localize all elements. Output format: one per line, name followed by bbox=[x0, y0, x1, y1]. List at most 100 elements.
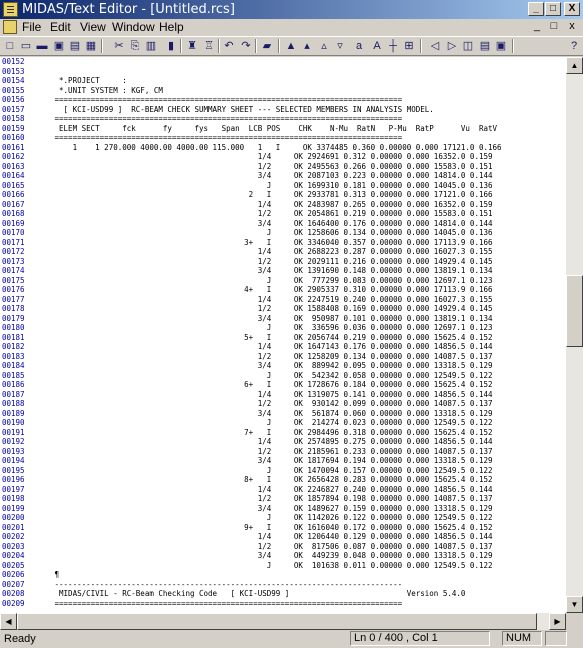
code-line[interactable]: 3/4 OK 1391690 0.148 0.00000 0.000 13819… bbox=[50, 266, 493, 276]
prev-icon[interactable]: ◁ bbox=[428, 39, 442, 53]
doc-close-button[interactable]: x bbox=[565, 20, 579, 33]
cascade-icon[interactable]: ▤ bbox=[478, 39, 492, 53]
replace-icon[interactable]: ♖ bbox=[202, 39, 216, 53]
code-line[interactable]: [ KCI-USD99 ] RC-BEAM CHECK SUMMARY SHEE… bbox=[50, 105, 434, 115]
print-icon[interactable]: ▣ bbox=[52, 39, 66, 53]
copy-icon[interactable]: ⎘ bbox=[128, 39, 142, 53]
code-line[interactable]: 1/4 OK 2483987 0.265 0.00000 0.000 16352… bbox=[50, 200, 493, 210]
code-line[interactable]: J OK 336596 0.036 0.00000 0.000 12697.1 … bbox=[50, 323, 493, 333]
scroll-left-icon[interactable]: ◀ bbox=[0, 613, 17, 630]
code-line[interactable]: ========================================… bbox=[50, 599, 403, 609]
code-line[interactable]: ========================================… bbox=[50, 114, 403, 124]
tile-icon[interactable]: ◫ bbox=[461, 39, 475, 53]
vertical-scroll-thumb[interactable] bbox=[566, 275, 583, 347]
code-line[interactable]: 3/4 OK 950987 0.101 0.00000 0.000 13819.… bbox=[50, 314, 493, 324]
code-line[interactable]: J OK 101638 0.011 0.00000 0.000 12549.5 … bbox=[50, 561, 493, 571]
unindent-icon[interactable]: ▴ bbox=[300, 39, 314, 53]
grid-icon[interactable]: ⊞ bbox=[402, 39, 416, 53]
code-line[interactable]: 2 I OK 2933781 0.313 0.00000 0.000 17121… bbox=[50, 190, 493, 200]
menu-window[interactable]: Window bbox=[112, 20, 155, 35]
code-line[interactable]: 3/4 OK 1489627 0.159 0.00000 0.000 13318… bbox=[50, 504, 493, 514]
code-line[interactable]: 1/4 OK 2924691 0.312 0.00000 0.000 16352… bbox=[50, 152, 493, 162]
code-line[interactable]: 1/4 OK 2246827 0.240 0.00000 0.000 14856… bbox=[50, 485, 493, 495]
code-line[interactable]: 1/2 OK 817506 0.087 0.00000 0.000 14087.… bbox=[50, 542, 493, 552]
help-icon[interactable]: ? bbox=[567, 39, 581, 53]
open-icon[interactable]: ▭ bbox=[19, 39, 33, 53]
code-line[interactable]: 1/4 OK 2574895 0.275 0.00000 0.000 14856… bbox=[50, 437, 493, 447]
next-icon[interactable]: ▷ bbox=[445, 39, 459, 53]
code-line[interactable]: 1/2 OK 2495563 0.266 0.00000 0.000 15583… bbox=[50, 162, 493, 172]
cursor-cross-icon[interactable]: ┼ bbox=[386, 39, 400, 53]
code-line[interactable]: J OK 542342 0.058 0.00000 0.000 12549.5 … bbox=[50, 371, 493, 381]
code-line[interactable]: 6+ I OK 1728676 0.184 0.00000 0.000 1562… bbox=[50, 380, 492, 390]
save-icon[interactable]: ▬ bbox=[35, 39, 49, 53]
close-button[interactable]: X bbox=[564, 2, 580, 16]
minimize-button[interactable]: _ bbox=[528, 2, 544, 16]
code-line[interactable]: 9+ I OK 1616040 0.172 0.00000 0.000 1562… bbox=[50, 523, 492, 533]
app-icon[interactable] bbox=[3, 2, 18, 17]
undo-icon[interactable]: ↶ bbox=[222, 39, 236, 53]
code-line[interactable]: J OK 777299 0.083 0.00000 0.000 12697.1 … bbox=[50, 276, 493, 286]
case-icon[interactable]: a bbox=[352, 39, 366, 53]
menu-view[interactable]: View bbox=[80, 20, 106, 35]
code-line[interactable]: 3/4 OK 561874 0.060 0.00000 0.000 13318.… bbox=[50, 409, 493, 419]
split-icon[interactable]: ▣ bbox=[494, 39, 508, 53]
print-preview-icon[interactable]: ▤ bbox=[68, 39, 82, 53]
code-line[interactable]: J OK 1142026 0.122 0.00000 0.000 12549.5… bbox=[50, 513, 493, 523]
comment-icon[interactable]: ▵ bbox=[317, 39, 331, 53]
find-icon[interactable]: ♜ bbox=[185, 39, 199, 53]
code-line[interactable]: 8+ I OK 2656428 0.283 0.00000 0.000 1562… bbox=[50, 475, 492, 485]
code-line[interactable]: J OK 1258606 0.134 0.00000 0.000 14045.0… bbox=[50, 228, 493, 238]
code-line[interactable]: 5+ I OK 2056744 0.219 0.00000 0.000 1562… bbox=[50, 333, 492, 343]
code-line[interactable]: 3/4 OK 1817694 0.194 0.00000 0.000 13318… bbox=[50, 456, 493, 466]
code-line[interactable]: 1/4 OK 1319075 0.141 0.00000 0.000 14856… bbox=[50, 390, 493, 400]
menu-help[interactable]: Help bbox=[159, 20, 184, 35]
menu-edit[interactable]: Edit bbox=[50, 20, 71, 35]
indent-icon[interactable]: ▲ bbox=[284, 39, 298, 53]
code-line[interactable]: 1/4 OK 1206440 0.129 0.00000 0.000 14856… bbox=[50, 532, 493, 542]
code-line[interactable]: 1/2 OK 2054861 0.219 0.00000 0.000 15583… bbox=[50, 209, 493, 219]
code-line[interactable]: 1/2 OK 930142 0.099 0.00000 0.000 14087.… bbox=[50, 399, 493, 409]
menu-file[interactable]: File bbox=[22, 20, 41, 35]
horizontal-scrollbar[interactable]: ◀ ▶ bbox=[0, 613, 566, 630]
code-line[interactable]: 3/4 OK 889942 0.095 0.00000 0.000 13318.… bbox=[50, 361, 493, 371]
code-line[interactable]: 7+ I OK 2984496 0.318 0.00000 0.000 1562… bbox=[50, 428, 492, 438]
scroll-up-icon[interactable]: ▲ bbox=[566, 57, 583, 74]
uncomment-icon[interactable]: ▿ bbox=[333, 39, 347, 53]
code-line[interactable]: 1/2 OK 1258209 0.134 0.00000 0.000 14087… bbox=[50, 352, 493, 362]
font-icon[interactable]: A bbox=[370, 39, 384, 53]
code-line[interactable]: 1/4 OK 2688223 0.287 0.00000 0.000 16027… bbox=[50, 247, 493, 257]
text-editor[interactable]: 00152 00153 00154 00155 00156 00157 00158 00159… bbox=[0, 57, 566, 613]
column-icon[interactable]: ▮ bbox=[164, 39, 178, 53]
code-line[interactable]: 1/2 OK 2185961 0.233 0.00000 0.000 14087… bbox=[50, 447, 493, 457]
code-line[interactable]: J OK 1699310 0.181 0.00000 0.000 14045.0… bbox=[50, 181, 493, 191]
code-line[interactable]: MIDAS/CIVIL - RC-Beam Checking Code [ KC… bbox=[50, 589, 465, 599]
redo-icon[interactable]: ↷ bbox=[239, 39, 253, 53]
code-line[interactable]: *.UNIT SYSTEM : KGF, CM bbox=[50, 86, 163, 96]
page-setup-icon[interactable]: ▦ bbox=[84, 39, 98, 53]
code-line[interactable]: 3/4 OK 449239 0.048 0.00000 0.000 13318.… bbox=[50, 551, 493, 561]
bookmark-icon[interactable]: ▰ bbox=[260, 39, 274, 53]
cut-icon[interactable]: ✂ bbox=[112, 39, 126, 53]
code-line[interactable]: J OK 214274 0.023 0.00000 0.000 12549.5 … bbox=[50, 418, 493, 428]
code-line[interactable]: 1/2 OK 1588408 0.169 0.00000 0.000 14929… bbox=[50, 304, 493, 314]
code-line[interactable]: 1/2 OK 2029111 0.216 0.00000 0.000 14929… bbox=[50, 257, 493, 267]
code-line[interactable]: 3+ I OK 3346040 0.357 0.00000 0.000 1711… bbox=[50, 238, 492, 248]
title-bar[interactable]: MIDAS/Text Editor - [Untitled.rcs] _ □ X bbox=[0, 0, 583, 19]
code-line[interactable]: ========================================… bbox=[50, 95, 403, 105]
doc-restore-button[interactable]: □ bbox=[547, 20, 561, 33]
scroll-down-icon[interactable]: ▼ bbox=[566, 596, 583, 613]
horizontal-scroll-thumb[interactable] bbox=[17, 613, 537, 630]
maximize-button[interactable]: □ bbox=[545, 2, 561, 16]
code-line[interactable]: 1/2 OK 1857894 0.198 0.00000 0.000 14087… bbox=[50, 494, 493, 504]
doc-minimize-button[interactable]: _ bbox=[530, 20, 544, 33]
code-line[interactable]: ¶ bbox=[50, 570, 60, 580]
code-line[interactable]: J OK 1470094 0.157 0.00000 0.000 12549.5… bbox=[50, 466, 493, 476]
paste-icon[interactable]: ▥ bbox=[144, 39, 158, 53]
new-icon[interactable]: □ bbox=[3, 39, 17, 53]
code-line[interactable]: 1/4 OK 2247519 0.240 0.00000 0.000 16027… bbox=[50, 295, 493, 305]
scroll-right-icon[interactable]: ▶ bbox=[549, 613, 566, 630]
vertical-scrollbar[interactable]: ▲ ▼ bbox=[566, 57, 583, 613]
code-line[interactable]: ========================================… bbox=[50, 133, 403, 143]
code-line[interactable]: 1 1 270.000 4000.00 4000.00 115.000 1 I … bbox=[50, 143, 502, 153]
